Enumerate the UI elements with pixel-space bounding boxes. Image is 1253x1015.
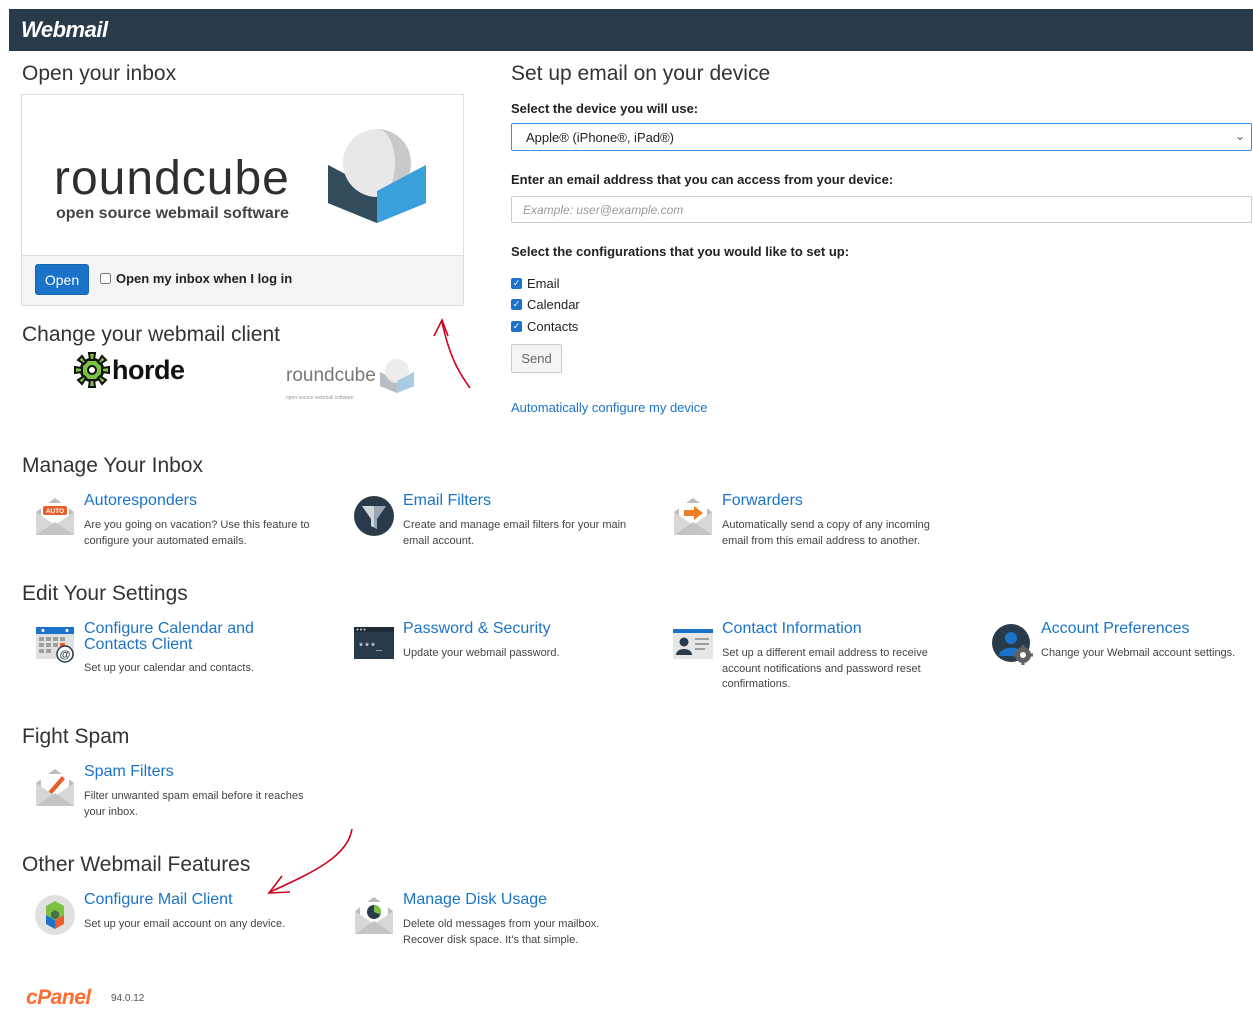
fight-spam-heading: Fight Spam bbox=[22, 725, 130, 748]
feature-description: Filter unwanted spam email before it rea… bbox=[84, 790, 304, 818]
svg-text:@: @ bbox=[60, 649, 71, 661]
horde-client-option[interactable]: horde bbox=[74, 352, 185, 388]
feature-spam-filters[interactable]: Spam Filters Filter unwanted spam email … bbox=[34, 764, 344, 824]
auto-open-label: Open my inbox when I log in bbox=[116, 271, 293, 286]
feature-description: Set up a different email address to rece… bbox=[722, 647, 928, 690]
feature-autoresponders[interactable]: AUTO Autoresponders Are you going on vac… bbox=[34, 493, 344, 553]
feature-description: Automatically send a copy of any incomin… bbox=[722, 519, 930, 547]
send-button[interactable]: Send bbox=[511, 344, 562, 373]
device-select-label: Select the device you will use: bbox=[511, 101, 699, 116]
envelope-arrow-icon bbox=[674, 498, 712, 535]
feature-manage-disk-usage[interactable]: Manage Disk Usage Delete old messages fr… bbox=[353, 892, 663, 952]
auto-open-option[interactable]: Open my inbox when I log in bbox=[100, 271, 292, 286]
feature-description: Set up your calendar and contacts. bbox=[84, 662, 254, 674]
contact-card-icon bbox=[673, 629, 713, 659]
svg-text:***_: ***_ bbox=[358, 642, 383, 654]
checkbox-checked-icon[interactable]: ✓ bbox=[511, 278, 522, 289]
checkbox-checked-icon[interactable]: ✓ bbox=[511, 299, 522, 310]
manage-inbox-heading: Manage Your Inbox bbox=[22, 454, 203, 477]
roundcube-small-icon bbox=[379, 359, 414, 393]
config-option-label: Calendar bbox=[527, 297, 580, 312]
feature-title[interactable]: Autoresponders bbox=[84, 493, 197, 509]
calendar-icon: @ bbox=[36, 627, 74, 663]
config-option-email[interactable]: ✓ Email bbox=[511, 276, 560, 291]
email-address-label: Enter an email address that you can acce… bbox=[511, 172, 894, 187]
password-terminal-icon: ***_ bbox=[354, 627, 394, 659]
user-gear-icon bbox=[992, 624, 1033, 665]
feature-description: Update your webmail password. bbox=[403, 647, 560, 659]
chevron-down-icon: ⌄ bbox=[1234, 129, 1245, 143]
roundcube-client-option[interactable]: roundcube open source webmail software bbox=[286, 358, 416, 401]
feature-description: Set up your email account on any device. bbox=[84, 918, 286, 930]
roundcube-panel: roundcube open source webmail software O… bbox=[21, 94, 464, 306]
horde-label: horde bbox=[112, 354, 185, 385]
config-select-label: Select the configurations that you would… bbox=[511, 244, 850, 259]
feature-email-filters[interactable]: Email Filters Create and manage email fi… bbox=[353, 493, 663, 553]
feature-forwarders[interactable]: Forwarders Automatically send a copy of … bbox=[672, 493, 982, 553]
feature-title[interactable]: Forwarders bbox=[722, 493, 803, 509]
envelope-pie-icon bbox=[355, 897, 393, 934]
auto-open-checkbox[interactable] bbox=[100, 273, 111, 284]
feature-title[interactable]: Password & Security bbox=[403, 621, 551, 637]
feature-title[interactable]: Spam Filters bbox=[84, 764, 174, 780]
roundcube-small-label: roundcube bbox=[286, 365, 376, 386]
config-option-calendar[interactable]: ✓ Calendar bbox=[511, 297, 580, 312]
funnel-icon bbox=[354, 496, 394, 536]
other-features-heading: Other Webmail Features bbox=[22, 853, 251, 876]
roundcube-logo-subtitle: open source webmail software bbox=[56, 205, 289, 222]
annotation-arrow-down-icon bbox=[267, 828, 353, 894]
device-select-value: Apple® (iPhone®, iPad®) bbox=[526, 130, 674, 145]
change-client-heading: Change your webmail client bbox=[22, 323, 280, 346]
client-options: horde roundcube open source webmail soft… bbox=[22, 352, 462, 402]
open-inbox-button[interactable]: Open bbox=[35, 264, 89, 295]
config-option-label: Contacts bbox=[527, 319, 579, 334]
svg-text:AUTO: AUTO bbox=[46, 508, 64, 515]
feature-calendar-contacts[interactable]: @ Configure Calendar and Contacts Client… bbox=[34, 621, 344, 681]
feature-description: Change your Webmail account settings. bbox=[1041, 647, 1236, 659]
config-option-label: Email bbox=[527, 276, 560, 291]
feature-title[interactable]: Contact Information bbox=[722, 621, 862, 637]
feature-title[interactable]: Manage Disk Usage bbox=[403, 892, 547, 908]
horde-gear-icon bbox=[74, 352, 110, 388]
config-option-contacts[interactable]: ✓ Contacts bbox=[511, 319, 578, 334]
feature-description: Create and manage email filters for your… bbox=[403, 519, 627, 547]
open-inbox-heading: Open your inbox bbox=[22, 62, 177, 85]
feature-configure-mail-client[interactable]: Configure Mail Client Set up your email … bbox=[34, 892, 344, 942]
edit-settings-heading: Edit Your Settings bbox=[22, 582, 188, 605]
device-email-input[interactable] bbox=[511, 196, 1252, 223]
annotation-arrow-up-icon bbox=[433, 318, 471, 389]
auto-configure-link[interactable]: Automatically configure my device bbox=[511, 400, 708, 415]
setup-device-heading: Set up email on your device bbox=[511, 62, 771, 85]
webmail-brand[interactable]: Webmail bbox=[21, 17, 108, 43]
cpanel-logo[interactable]: cPanel bbox=[26, 986, 91, 1010]
envelope-auto-icon: AUTO bbox=[36, 498, 74, 535]
roundcube-logo-word: roundcube bbox=[54, 152, 290, 205]
roundcube-small-subtitle: open source webmail software bbox=[286, 395, 354, 401]
feature-password-security[interactable]: ***_ Password & Security Update your web… bbox=[353, 621, 663, 671]
roundcube-logo[interactable]: roundcube open source webmail software bbox=[22, 95, 463, 255]
envelope-pencil-icon bbox=[36, 769, 74, 806]
checkbox-checked-icon[interactable]: ✓ bbox=[511, 321, 522, 332]
feature-title[interactable]: Configure Calendar and Contacts Client bbox=[84, 621, 284, 653]
feature-title[interactable]: Email Filters bbox=[403, 493, 491, 509]
mail-client-icon bbox=[35, 895, 75, 935]
top-bar: Webmail bbox=[9, 9, 1253, 51]
feature-title[interactable]: Configure Mail Client bbox=[84, 892, 233, 908]
feature-title[interactable]: Account Preferences bbox=[1041, 621, 1190, 637]
feature-account-preferences[interactable]: Account Preferences Change your Webmail … bbox=[991, 621, 1253, 671]
roundcube-cube-icon bbox=[328, 129, 426, 223]
cpanel-version: 94.0.12 bbox=[111, 993, 145, 1004]
feature-description: Delete old messages from your mailbox. R… bbox=[403, 918, 600, 946]
device-select[interactable]: Apple® (iPhone®, iPad®) ⌄ bbox=[511, 123, 1252, 151]
feature-description: Are you going on vacation? Use this feat… bbox=[84, 519, 310, 547]
feature-contact-information[interactable]: Contact Information Set up a different e… bbox=[672, 621, 982, 696]
roundcube-panel-footer: Open Open my inbox when I log in bbox=[22, 255, 463, 305]
